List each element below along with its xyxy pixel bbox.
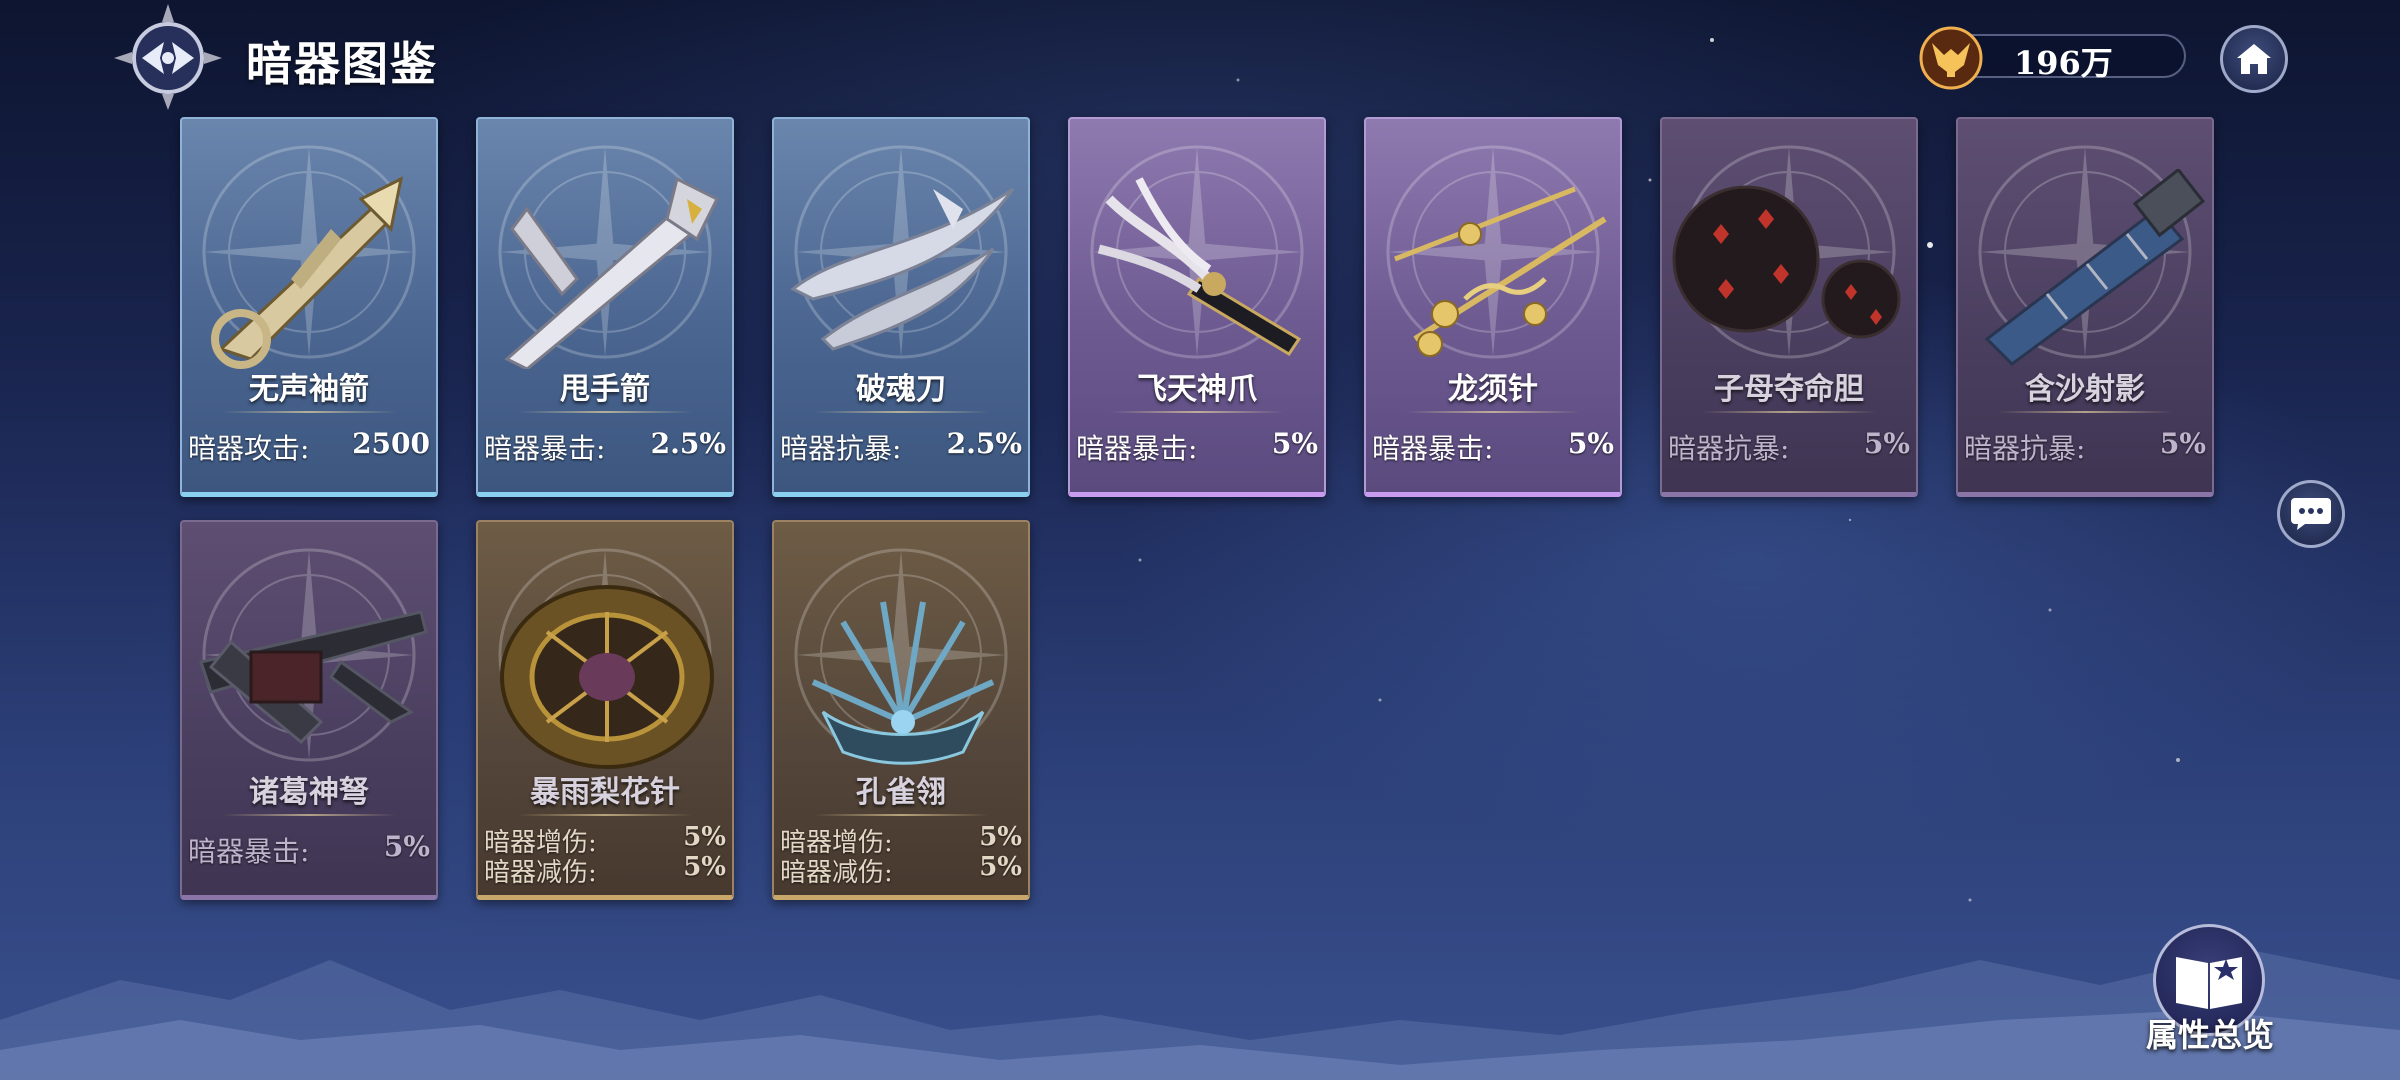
stat-label: 暗器减伤: xyxy=(780,858,893,888)
weapon-name: 诸葛神弩 xyxy=(249,775,369,810)
weapon-card-zimu-duomingdan[interactable]: 子母夺命胆 暗器抗暴: 5% xyxy=(1660,117,1918,497)
flying-claw-art xyxy=(1097,177,1302,357)
soul-breaker-blade-art xyxy=(790,187,1015,351)
stat-row: 暗器暴击: 2.5% xyxy=(484,427,726,467)
weapon-card-pohun-dao[interactable]: 破魂刀 暗器抗暴: 2.5% xyxy=(772,117,1030,497)
weapon-name: 无声袖箭 xyxy=(249,372,369,407)
stat-row: 暗器暴击: 5% xyxy=(188,830,430,870)
home-icon xyxy=(2237,44,2271,74)
mountain-silhouette xyxy=(0,950,2400,1080)
divider xyxy=(1702,411,1876,413)
compass-emblem-icon xyxy=(114,4,222,110)
stat-value: 5% xyxy=(1567,427,1614,460)
weapon-name: 暴雨梨花针 xyxy=(530,775,680,810)
stat-value: 5% xyxy=(2159,427,2206,460)
stat-label: 暗器抗暴: xyxy=(1964,432,2086,465)
chat-button[interactable] xyxy=(2277,480,2345,548)
stat-label: 暗器暴击: xyxy=(1372,432,1494,465)
stat-value: 2.5% xyxy=(650,427,726,460)
weapon-card-zhuge-shennu[interactable]: 诸葛神弩 暗器暴击: 5% xyxy=(180,520,438,900)
weapon-name: 含沙射影 xyxy=(2025,372,2145,407)
stat-value: 5% xyxy=(1863,427,1910,460)
weapon-name: 龙须针 xyxy=(1448,372,1538,407)
stat-row: 暗器抗暴: 5% xyxy=(1668,427,1910,467)
attribute-overview-button[interactable]: 属性总览 xyxy=(2145,920,2275,1060)
sand-shadow-tube-art xyxy=(1984,169,2206,366)
weapon-name: 甩手箭 xyxy=(560,372,650,407)
stat-row: 暗器抗暴: 2.5% xyxy=(780,427,1022,467)
stat-label: 暗器暴击: xyxy=(188,835,310,868)
stat-label: 暗器减伤: xyxy=(484,858,597,888)
stat-label: 暗器抗暴: xyxy=(780,432,902,465)
weapon-name: 孔雀翎 xyxy=(856,775,946,810)
divider xyxy=(1110,411,1284,413)
weapon-card-baoyu-lihuazhen[interactable]: 暴雨梨花针 暗器增伤: 5% 暗器减伤: 5% xyxy=(476,520,734,900)
mother-son-bomb-art xyxy=(1672,185,1901,339)
chat-bubble-icon xyxy=(2291,498,2331,530)
stat-value: 2500 xyxy=(352,427,430,460)
divider xyxy=(1406,411,1580,413)
page-title: 暗器图鉴 xyxy=(246,37,438,91)
throwing-daggers-art xyxy=(504,176,720,369)
divider xyxy=(222,814,396,816)
stat-label: 暗器抗暴: xyxy=(1668,432,1790,465)
stat-value: 5% xyxy=(1271,427,1318,460)
zhuge-crossbow-art xyxy=(199,610,428,745)
weapon-card-kongque-ling[interactable]: 孔雀翎 暗器增伤: 5% 暗器减伤: 5% xyxy=(772,520,1030,900)
divider xyxy=(518,411,692,413)
dragon-whisker-needle-art xyxy=(1394,186,1607,357)
divider xyxy=(222,411,396,413)
currency-value: 196万 xyxy=(2014,44,2113,82)
stat-label: 暗器攻击: xyxy=(188,432,310,465)
stat-row: 暗器减伤: 5% xyxy=(780,852,1022,889)
stat-value: 2.5% xyxy=(946,427,1022,460)
overview-label: 属性总览 xyxy=(2145,1016,2274,1054)
horned-helmet-icon xyxy=(1919,26,1983,90)
weapon-card-hansha-sheying[interactable]: 含沙射影 暗器抗暴: 5% xyxy=(1956,117,2214,497)
weapon-name: 破魂刀 xyxy=(856,372,946,407)
weapon-card-shuaishou-jian[interactable]: 甩手箭 暗器暴击: 2.5% xyxy=(476,117,734,497)
stat-value: 5% xyxy=(683,852,726,882)
stat-row: 暗器抗暴: 5% xyxy=(1964,427,2206,467)
stat-row: 暗器暴击: 5% xyxy=(1076,427,1318,467)
weapon-card-wusheng-xiujian[interactable]: 无声袖箭 暗器攻击: 2500 xyxy=(180,117,438,497)
stat-row: 暗器暴击: 5% xyxy=(1372,427,1614,467)
weapon-name: 子母夺命胆 xyxy=(1714,372,1864,407)
weapon-card-longxu-zhen[interactable]: 龙须针 暗器暴击: 5% xyxy=(1364,117,1622,497)
divider xyxy=(814,814,988,816)
sleeve-arrow-art xyxy=(211,176,404,369)
weapon-card-feitian-shenzhua[interactable]: 飞天神爪 暗器暴击: 5% xyxy=(1068,117,1326,497)
stat-label: 暗器暴击: xyxy=(1076,432,1198,465)
stat-row: 暗器攻击: 2500 xyxy=(188,427,430,467)
home-button[interactable] xyxy=(2220,25,2288,93)
weapon-name: 飞天神爪 xyxy=(1137,372,1257,407)
divider xyxy=(1998,411,2172,413)
stat-value: 5% xyxy=(383,830,430,863)
pear-blossom-needle-case-art xyxy=(500,585,714,769)
stat-value: 5% xyxy=(979,852,1022,882)
divider xyxy=(814,411,988,413)
divider xyxy=(518,814,692,816)
peacock-feather-art xyxy=(811,601,995,765)
stat-row: 暗器减伤: 5% xyxy=(484,852,726,889)
stat-label: 暗器暴击: xyxy=(484,432,606,465)
